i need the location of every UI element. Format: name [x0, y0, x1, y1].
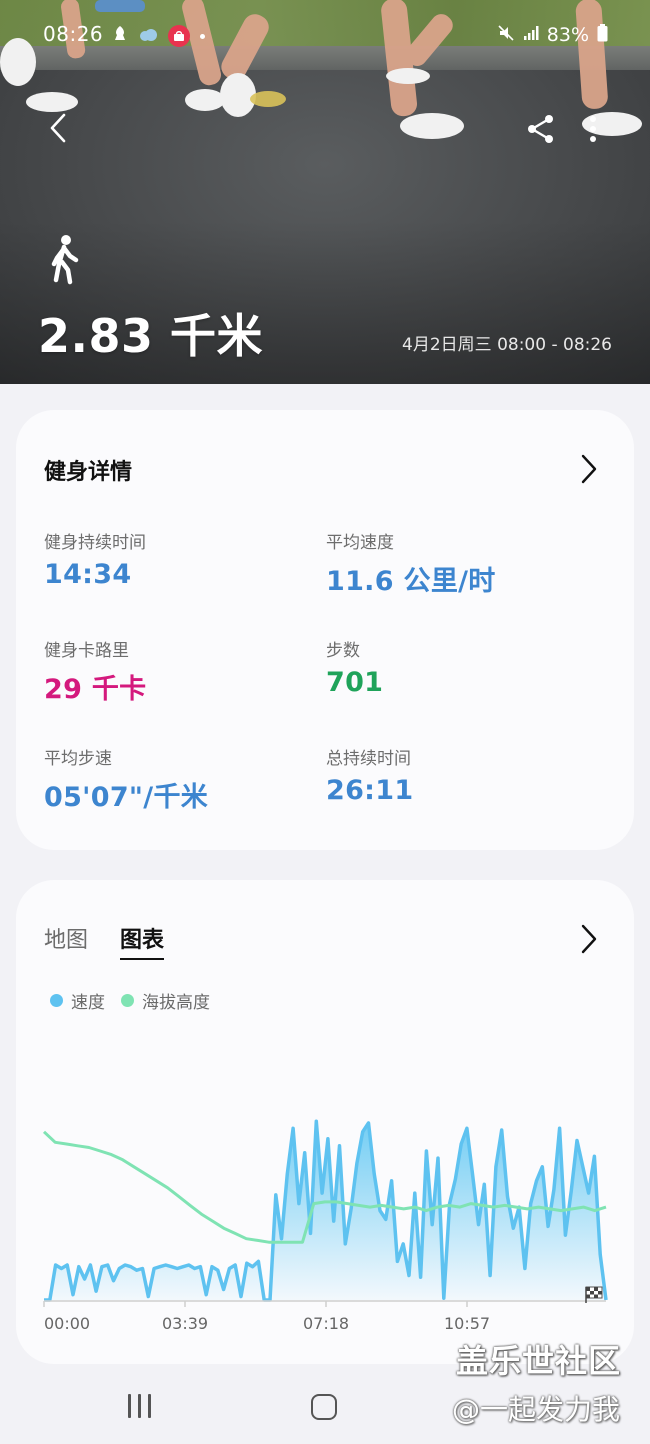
- stat-average-speed: 平均速度 11.6 公里/时: [326, 528, 606, 598]
- stat-label: 健身持续时间: [44, 533, 146, 553]
- share-icon: [528, 115, 553, 143]
- stat-value: 14:34: [44, 559, 132, 590]
- notification-icon: [112, 25, 128, 47]
- chart-card: 地图 图表 速度 海拔高度 00:00 03:39 07:18 10:57: [16, 880, 634, 1364]
- stat-value: 701: [326, 667, 384, 698]
- stat-value: 05'07"/千米: [44, 782, 209, 813]
- date-range: 4月2日周三 08:00 - 08:26: [402, 335, 612, 355]
- stat-label: 总持续时间: [326, 749, 411, 769]
- stat-label: 步数: [326, 641, 360, 661]
- more-options-button[interactable]: [576, 110, 610, 148]
- x-tick-label: 07:18: [303, 1314, 350, 1333]
- shopping-bag-icon: [168, 25, 190, 47]
- stat-label: 平均速度: [326, 533, 394, 553]
- stat-value: 26:11: [326, 775, 414, 806]
- workout-details-card: 健身详情 健身持续时间 14:34 平均速度 11.6 公里/时 健身卡路里 2…: [16, 410, 634, 850]
- chevron-left-icon: [50, 113, 66, 143]
- stat-label: 健身卡路里: [44, 641, 129, 661]
- status-time: 08:26: [43, 22, 104, 46]
- share-button[interactable]: [522, 110, 560, 148]
- stat-label: 平均步速: [44, 749, 112, 769]
- watermark-user: @一起发力我: [452, 1393, 621, 1426]
- dot-icon: [200, 33, 205, 39]
- back-button[interactable]: [40, 108, 76, 148]
- recent-apps-button[interactable]: [128, 1394, 156, 1420]
- x-tick-label: 03:39: [162, 1314, 209, 1333]
- walking-person-icon: [51, 235, 79, 285]
- speed-series-area: [44, 1121, 606, 1300]
- stat-calories: 健身卡路里 29 千卡: [44, 636, 324, 706]
- x-tick-label: 10:57: [444, 1314, 491, 1333]
- cloud-icon: [138, 27, 158, 46]
- stat-total-duration: 总持续时间 26:11: [326, 744, 606, 806]
- battery-icon: [597, 24, 608, 46]
- signal-icon: [523, 25, 539, 45]
- stat-workout-duration: 健身持续时间 14:34: [44, 528, 324, 590]
- speed-altitude-chart: [42, 1119, 608, 1307]
- more-vertical-icon: [590, 116, 596, 142]
- stat-value: 11.6 公里/时: [326, 566, 496, 597]
- battery-level: 83%: [546, 24, 589, 46]
- status-bar: 08:26 83%: [0, 20, 650, 52]
- distance-value: 2.83 千米: [38, 309, 264, 363]
- details-open-button[interactable]: [576, 452, 602, 486]
- stat-average-pace: 平均步速 05'07"/千米: [44, 744, 324, 814]
- stat-value: 29 千卡: [44, 674, 147, 705]
- x-tick-label: 00:00: [44, 1314, 91, 1333]
- x-axis-ticks: [43, 1301, 468, 1307]
- chevron-right-icon: [581, 454, 597, 484]
- home-button[interactable]: [311, 1394, 337, 1420]
- stat-steps: 步数 701: [326, 636, 606, 698]
- card-title: 健身详情: [44, 460, 133, 485]
- hero-banner: 08:26 83% 2.83 千米 4月2日周三 08:00 - 08:26: [0, 0, 650, 384]
- watermark-community: 盖乐世社区: [456, 1342, 622, 1380]
- mute-icon: [497, 24, 515, 46]
